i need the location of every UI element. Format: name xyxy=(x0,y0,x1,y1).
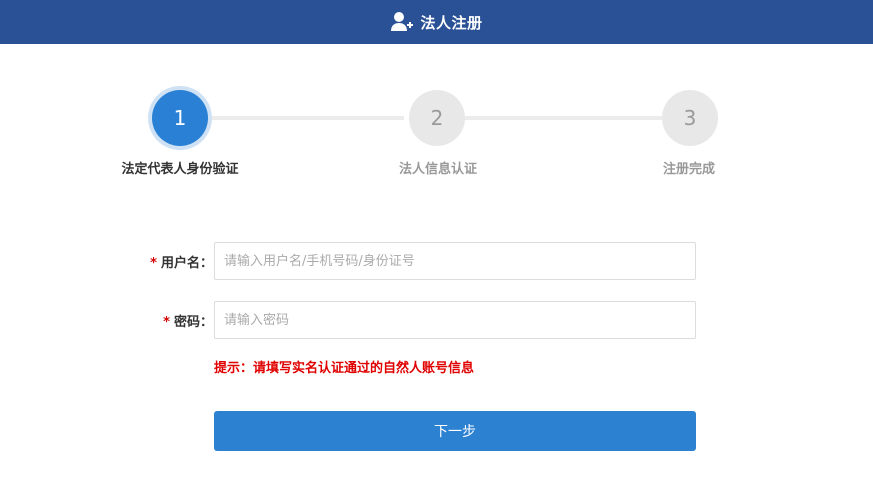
page-title: 法人注册 xyxy=(420,13,483,32)
page-header: 法人注册 xyxy=(0,0,873,44)
step-2-circle: 2 xyxy=(409,90,465,146)
step-2-label: 法人信息认证 xyxy=(398,162,478,177)
required-mark: * xyxy=(163,315,170,330)
step-connector-1 xyxy=(208,116,404,120)
password-input[interactable] xyxy=(214,301,696,339)
step-2-number: 2 xyxy=(430,106,444,130)
step-3-number: 3 xyxy=(683,106,697,130)
next-step-button[interactable]: 下一步 xyxy=(214,411,696,451)
step-1-number: 1 xyxy=(173,106,187,130)
password-row: * 密码： xyxy=(0,301,873,339)
step-1-label: 法定代表人身份验证 xyxy=(121,162,239,177)
password-label-wrap: * 密码： xyxy=(163,311,213,330)
step-3-circle: 3 xyxy=(662,90,718,146)
username-label: 用户名： xyxy=(160,256,213,271)
required-mark: * xyxy=(150,256,157,271)
step-1-circle: 1 xyxy=(152,90,208,146)
username-input[interactable] xyxy=(214,242,696,280)
username-row: * 用户名： xyxy=(0,242,873,280)
step-connector-2 xyxy=(464,116,662,120)
header-inner: 法人注册 xyxy=(390,10,482,34)
hint-text: 提示：请填写实名认证通过的自然人账号信息 xyxy=(214,361,475,376)
step-3-label: 注册完成 xyxy=(662,162,716,177)
user-add-icon xyxy=(390,10,414,34)
progress-steps: 1 2 3 法定代表人身份验证 法人信息认证 注册完成 xyxy=(0,88,873,188)
username-label-wrap: * 用户名： xyxy=(150,252,213,271)
password-label: 密码： xyxy=(173,315,213,330)
